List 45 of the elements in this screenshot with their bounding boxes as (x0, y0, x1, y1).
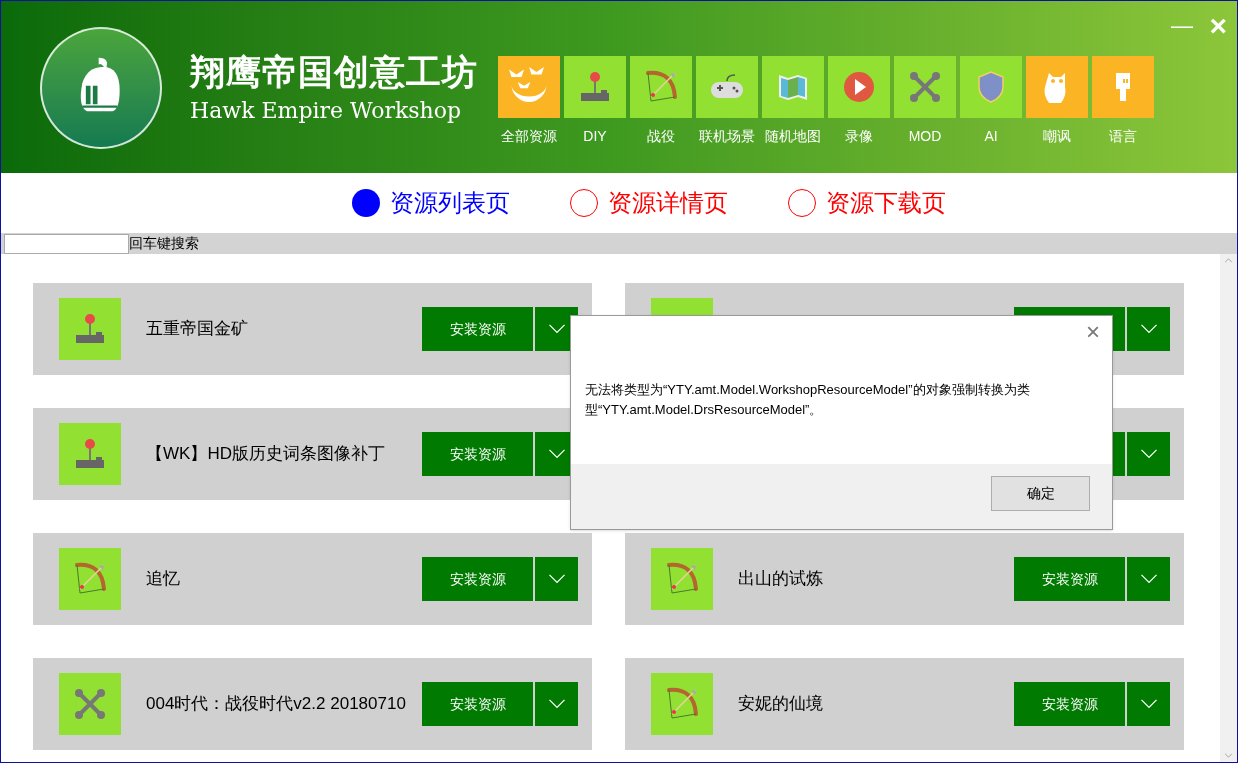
category-button[interactable]: 语言 (1092, 56, 1154, 147)
scroll-up-icon[interactable] (1224, 258, 1233, 263)
category-button[interactable]: AI (960, 56, 1022, 147)
category-button[interactable]: 全部资源 (498, 56, 560, 147)
resource-name: 【WK】HD版历史词条图像补丁 (146, 443, 385, 466)
dialog-message: 无法将类型为“YTY.amt.Model.WorkshopResourceModel”的对象强制转换为类型“YTY.amt.Model.DrsResourceModel”。 (585, 381, 1031, 419)
search-hint: 回车键搜索 (129, 234, 199, 253)
chevron-down-icon (547, 449, 566, 459)
chevron-down-icon (547, 324, 566, 334)
category-button[interactable]: DIY (564, 56, 626, 147)
install-button[interactable]: 安装资源 (422, 557, 533, 601)
category-button[interactable]: MOD (894, 56, 956, 147)
search-field[interactable] (4, 233, 129, 254)
dialog-close-button[interactable]: × (1086, 320, 1100, 344)
category-button[interactable]: 战役 (630, 56, 692, 147)
chevron-down-icon (1139, 324, 1158, 334)
resource-name: 004时代：战役时代v2.2 20180710 (146, 693, 406, 716)
chevron-down-icon (547, 699, 566, 709)
close-button[interactable]: × (1209, 3, 1227, 48)
ok-button[interactable]: 确定 (991, 476, 1090, 511)
resource-name: 追忆 (146, 568, 180, 591)
resource-name: 安妮的仙境 (738, 693, 823, 716)
install-button[interactable]: 安装资源 (422, 307, 533, 351)
scrollbar[interactable] (1220, 254, 1237, 762)
category-button[interactable]: 嘲讽 (1026, 56, 1088, 147)
category-button[interactable]: 联机场景 (696, 56, 758, 147)
install-button[interactable]: 安装资源 (422, 432, 533, 476)
resource-name: 出山的试炼 (738, 568, 823, 591)
brand-title: 翔鹰帝国创意工坊 (190, 50, 478, 94)
minimize-button[interactable]: — (1171, 9, 1193, 42)
install-button[interactable]: 安装资源 (1014, 557, 1125, 601)
chevron-down-icon (1139, 699, 1158, 709)
page-tab[interactable]: 资源列表页 (352, 185, 510, 221)
scroll-down-icon[interactable] (1224, 753, 1233, 758)
resource-name: 五重帝国金矿 (146, 318, 248, 341)
chevron-down-icon (1139, 574, 1158, 584)
chevron-down-icon (547, 574, 566, 584)
page-tab[interactable]: 资源下载页 (788, 185, 946, 221)
install-button[interactable]: 安装资源 (1014, 682, 1125, 726)
category-button[interactable]: 随机地图 (762, 56, 824, 147)
chevron-down-icon (1139, 449, 1158, 459)
category-button[interactable]: 录像 (828, 56, 890, 147)
install-button[interactable]: 安装资源 (422, 682, 533, 726)
page-tab[interactable]: 资源详情页 (570, 185, 728, 221)
brand-subtitle: Hawk Empire Workshop (190, 97, 463, 125)
